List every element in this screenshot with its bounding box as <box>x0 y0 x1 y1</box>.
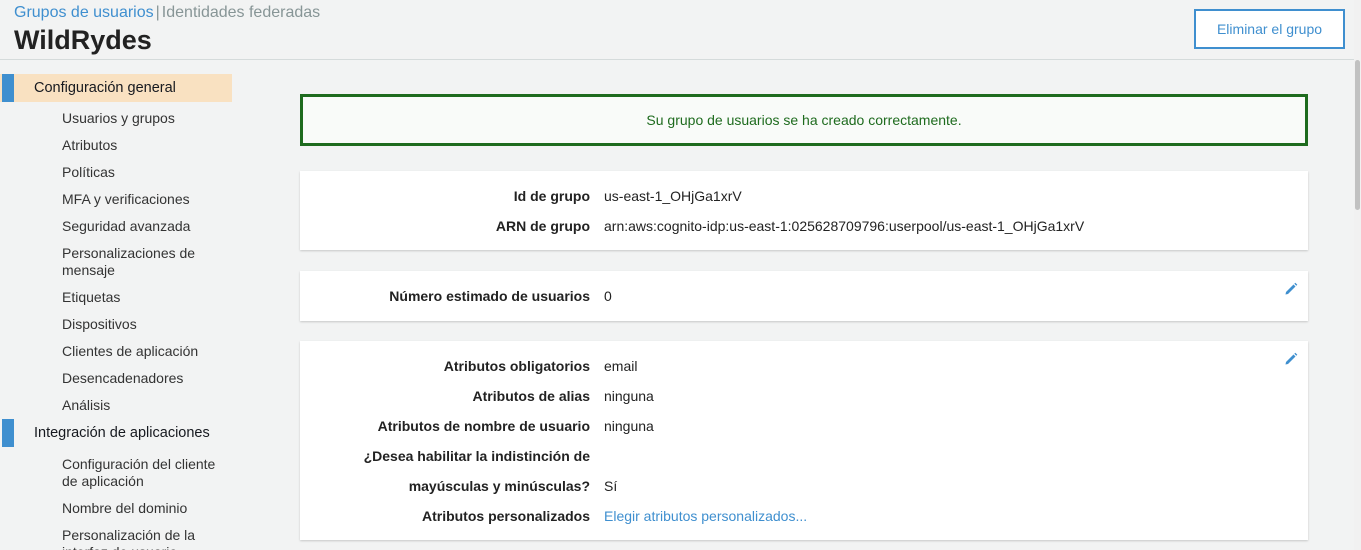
sidebar-item-policies[interactable]: Políticas <box>62 164 232 181</box>
sidebar-item-triggers[interactable]: Desencadenadores <box>62 370 232 387</box>
page-title: WildRydes <box>14 25 152 55</box>
username-attributes-value: ninguna <box>604 418 654 434</box>
users-count-value: 0 <box>604 288 612 304</box>
section-marker <box>2 74 14 102</box>
users-count-card: Número estimado de usuarios 0 <box>300 271 1308 321</box>
pool-id-label: Id de grupo <box>513 188 590 204</box>
custom-attributes-row: Atributos personalizados Elegir atributo… <box>300 506 1308 526</box>
sidebar-item-users-groups[interactable]: Usuarios y grupos <box>62 110 232 127</box>
alias-attributes-value: ninguna <box>604 388 654 404</box>
sidebar-item-analytics[interactable]: Análisis <box>62 397 232 414</box>
sidebar-section-label: Configuración general <box>34 80 176 96</box>
pool-arn-row: ARN de grupo arn:aws:cognito-idp:us-east… <box>300 216 1308 236</box>
custom-attributes-label: Atributos personalizados <box>421 508 590 524</box>
attributes-card: Atributos obligatorios email Atributos d… <box>300 341 1308 540</box>
breadcrumb-federated-identities-link[interactable]: Identidades federadas <box>162 4 320 21</box>
username-attributes-row: Atributos de nombre de usuario ninguna <box>300 416 1308 436</box>
case-insensitivity-value: Sí <box>604 478 618 494</box>
pencil-icon[interactable] <box>1284 282 1298 296</box>
sidebar-item-message-customizations[interactable]: Personalizaciones de mensaje <box>62 245 232 279</box>
username-attributes-label: Atributos de nombre de usuario <box>377 418 590 434</box>
breadcrumb-user-pools-link[interactable]: Grupos de usuarios <box>14 4 154 21</box>
pool-info-card: Id de grupo us-east-1_OHjGa1xrV ARN de g… <box>300 171 1308 250</box>
scrollbar-thumb[interactable] <box>1355 60 1360 210</box>
choose-custom-attributes-link[interactable]: Elegir atributos personalizados... <box>604 506 807 526</box>
required-attributes-label: Atributos obligatorios <box>443 358 590 374</box>
success-message: Su grupo de usuarios se ha creado correc… <box>646 112 962 128</box>
pool-arn-label: ARN de grupo <box>495 218 590 234</box>
required-attributes-row: Atributos obligatorios email <box>300 356 1308 376</box>
breadcrumb-separator: | <box>155 4 160 21</box>
users-count-label: Número estimado de usuarios <box>389 288 590 304</box>
sidebar-item-app-client-settings[interactable]: Configuración del cliente de aplicación <box>62 456 232 490</box>
pool-arn-value: arn:aws:cognito-idp:us-east-1:0256287097… <box>604 218 1085 234</box>
case-insensitivity-label-line1: ¿Desea habilitar la indistinción de <box>363 448 590 464</box>
case-insensitivity-label-line2: mayúsculas y minúsculas? <box>408 478 590 494</box>
pool-id-row: Id de grupo us-east-1_OHjGa1xrV <box>300 186 1308 206</box>
sidebar-section-app-integration[interactable]: Integración de aplicaciones <box>0 419 232 447</box>
sidebar-item-tags[interactable]: Etiquetas <box>62 289 232 306</box>
page-header: Grupos de usuarios | Identidades federadas… <box>0 0 1361 60</box>
vertical-scrollbar[interactable] <box>1354 0 1361 550</box>
case-insensitivity-row-2: mayúsculas y minúsculas? Sí <box>300 476 1308 496</box>
sidebar-item-mfa[interactable]: MFA y verificaciones <box>62 191 232 208</box>
sidebar-section-label: Integración de aplicaciones <box>34 425 210 441</box>
delete-pool-button[interactable]: Eliminar el grupo <box>1194 9 1345 49</box>
sidebar-item-ui-customization[interactable]: Personalización de la interfaz de usuari… <box>62 527 232 550</box>
sidebar-item-attributes[interactable]: Atributos <box>62 137 232 154</box>
pool-id-value: us-east-1_OHjGa1xrV <box>604 188 742 204</box>
section-marker <box>2 419 14 447</box>
alias-attributes-label: Atributos de alias <box>472 388 590 404</box>
sidebar-item-domain-name[interactable]: Nombre del dominio <box>62 500 232 517</box>
success-alert: Su grupo de usuarios se ha creado correc… <box>300 94 1308 146</box>
required-attributes-value: email <box>604 358 638 374</box>
sidebar-section-general[interactable]: Configuración general <box>0 74 232 102</box>
sidebar-item-devices[interactable]: Dispositivos <box>62 316 232 333</box>
sidebar-item-app-clients[interactable]: Clientes de aplicación <box>62 343 232 360</box>
sidebar-item-advanced-security[interactable]: Seguridad avanzada <box>62 218 232 235</box>
breadcrumb: Grupos de usuarios | Identidades federadas <box>14 4 320 22</box>
users-count-row: Número estimado de usuarios 0 <box>300 286 1308 306</box>
sidebar-nav: Configuración general Usuarios y grupos … <box>0 60 240 550</box>
alias-attributes-row: Atributos de alias ninguna <box>300 386 1308 406</box>
case-insensitivity-row-1: ¿Desea habilitar la indistinción de <box>300 446 1308 466</box>
